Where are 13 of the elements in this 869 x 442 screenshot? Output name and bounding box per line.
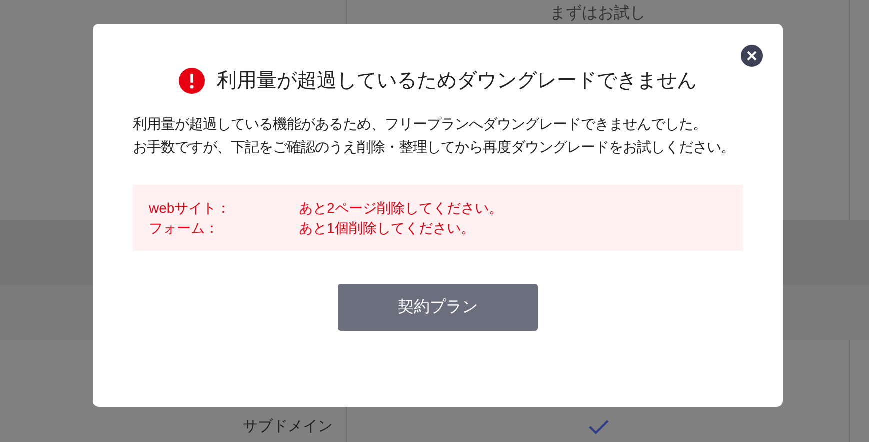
limit-message: あと2ページ削除してください。 <box>299 199 503 218</box>
feature-label: サブドメイン <box>243 416 333 437</box>
limit-label: webサイト： <box>149 199 232 218</box>
message-text: お手数ですが、下記をご確認のうえ削除・整理してから再度ダウングレードをお試しください。 <box>133 138 736 158</box>
limit-label: フォーム： <box>149 219 220 238</box>
close-icon <box>747 51 757 61</box>
limit-message: あと1個削除してください。 <box>299 219 475 238</box>
alert-icon <box>179 68 205 94</box>
contract-plan-button[interactable]: 契約プラン <box>338 284 538 331</box>
message-text: 利用量が超過している機能があるため、フリープランへダウングレードできませんでした。 <box>133 116 708 135</box>
plan-heading: まずはお試し <box>550 4 646 24</box>
dialog-title: 利用量が超過しているためダウングレードできません <box>217 69 697 94</box>
close-button[interactable] <box>741 45 763 67</box>
